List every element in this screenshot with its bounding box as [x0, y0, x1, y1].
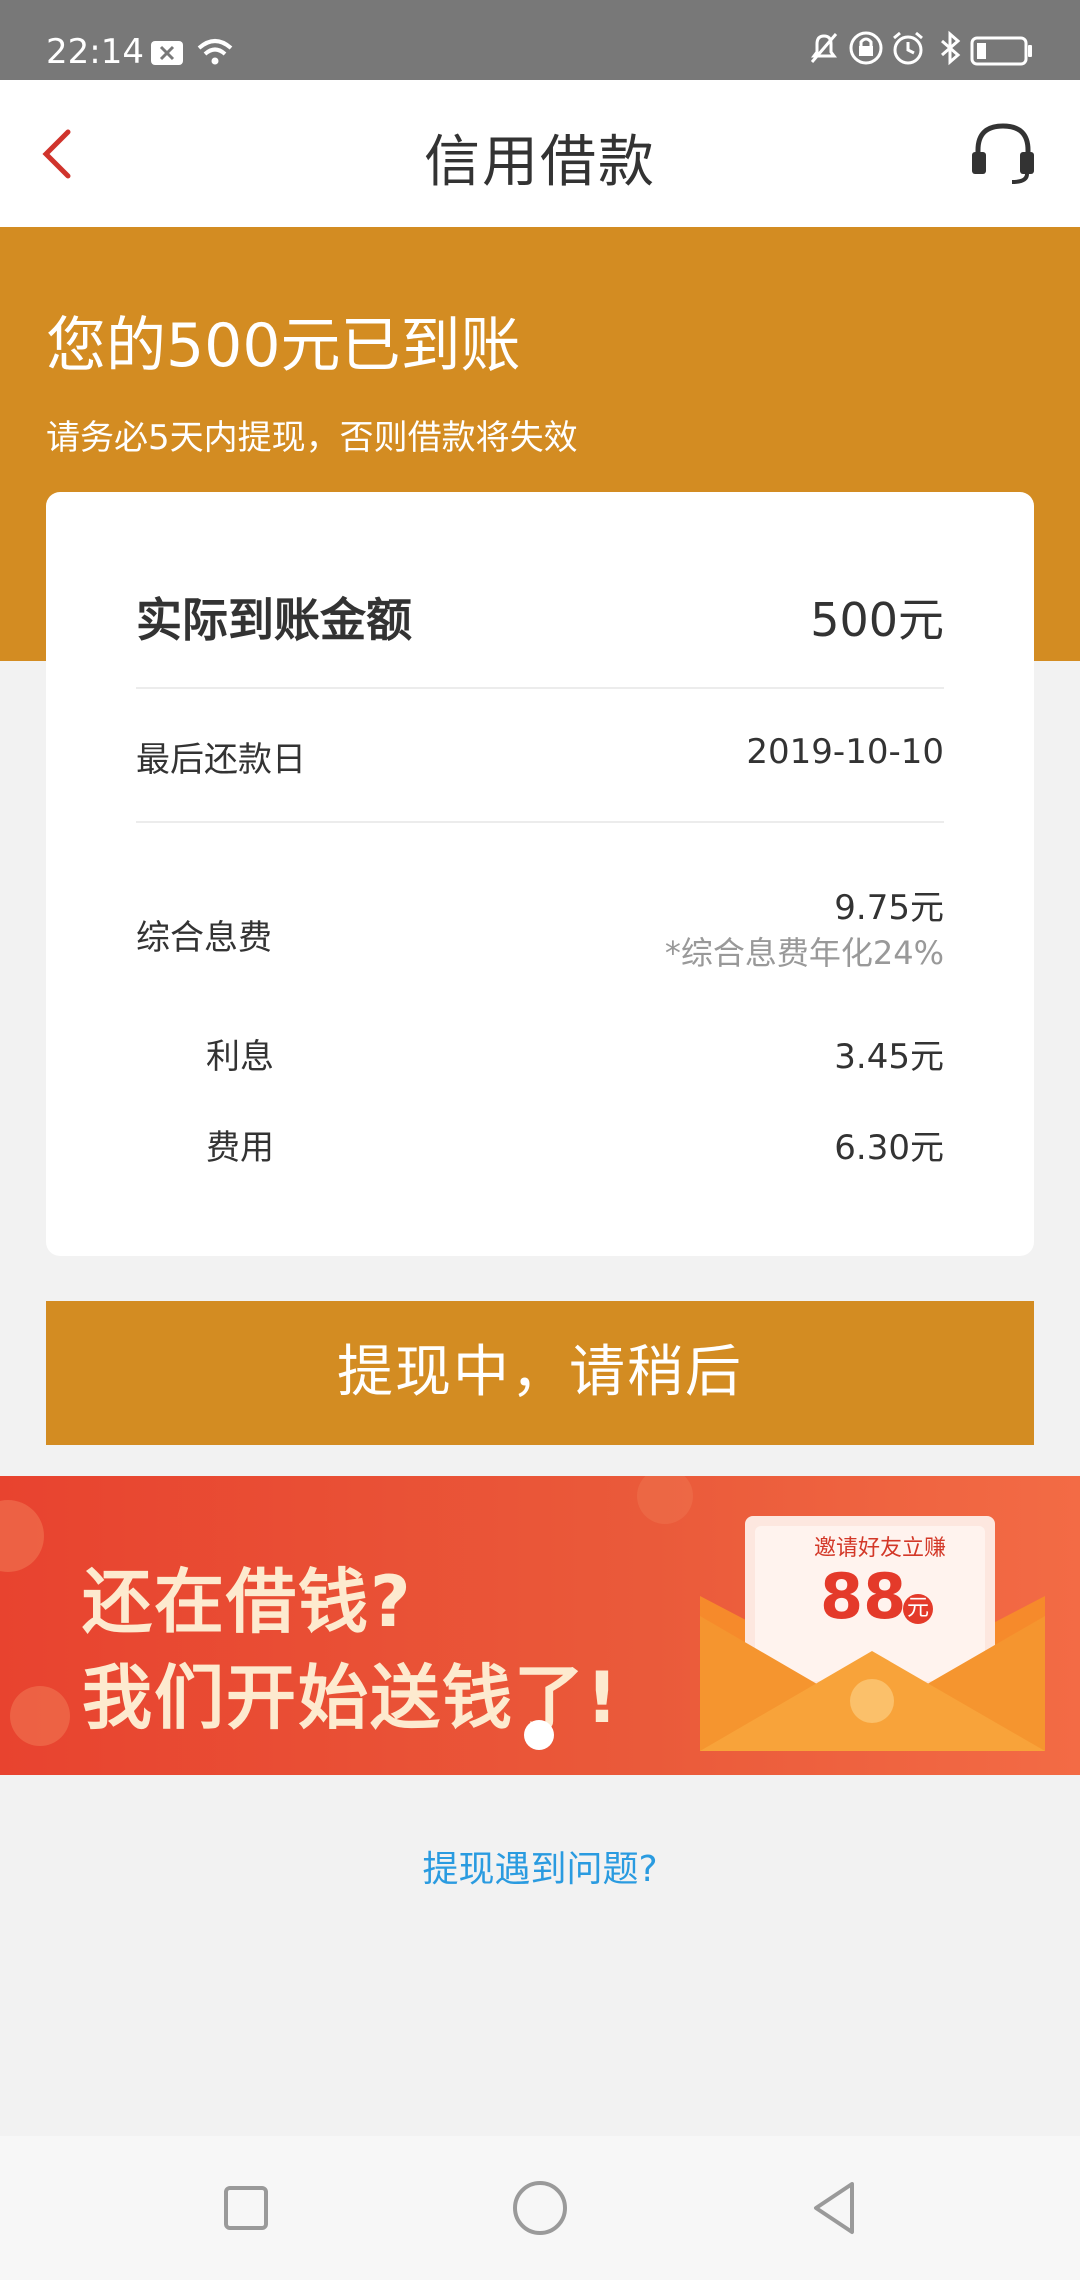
app-header: 信用借款: [0, 80, 1080, 227]
due-date-row: 最后还款日 2019-10-10: [136, 732, 944, 782]
promo-line-1: 还在借钱?: [82, 1561, 413, 1643]
headset-icon[interactable]: [968, 118, 1038, 188]
due-date-value: 2019-10-10: [746, 732, 944, 772]
page-title: 信用借款: [424, 130, 656, 195]
loan-detail-card: 实际到账金额 500元 最后还款日 2019-10-10 综合息费 9.75元 …: [46, 492, 1034, 1256]
fee-note: *综合息费年化24%: [664, 934, 944, 972]
cost-value: 6.30元: [834, 1128, 944, 1168]
system-nav-bar: [0, 2136, 1080, 2280]
withdraw-notice: 请务必5天内提现，否则借款将失效: [46, 418, 578, 458]
fee-row: 综合息费 9.75元 *综合息费年化24%: [136, 880, 944, 980]
status-time: 22:14: [46, 32, 144, 72]
lock-icon: [849, 31, 883, 65]
divider: [136, 821, 944, 823]
divider: [136, 687, 944, 689]
x-badge-icon: [151, 41, 183, 65]
home-icon[interactable]: [508, 2176, 572, 2240]
cost-label: 费用: [206, 1128, 274, 1168]
withdraw-status-button[interactable]: 提现中，请稍后: [46, 1301, 1034, 1445]
fee-label: 综合息费: [136, 918, 272, 958]
envelope-unit: 元: [903, 1594, 933, 1624]
interest-value: 3.45元: [834, 1037, 944, 1077]
promo-banner[interactable]: 还在借钱? 我们开始送钱了! 邀请好友立赚 88 元: [0, 1476, 1080, 1775]
bell-off-icon: [810, 33, 838, 63]
back-triangle-icon[interactable]: [802, 2176, 866, 2240]
cost-row: 费用 6.30元: [136, 1120, 944, 1170]
recent-apps-icon[interactable]: [214, 2176, 278, 2240]
bluetooth-icon: [941, 30, 961, 66]
withdraw-help-link[interactable]: 提现遇到问题?: [0, 1840, 1080, 1892]
due-date-label: 最后还款日: [136, 740, 306, 780]
interest-row: 利息 3.45元: [136, 1029, 944, 1079]
amount-row: 实际到账金额 500元: [136, 584, 944, 647]
carousel-dot-active[interactable]: [524, 1720, 554, 1750]
envelope-caption: 邀请好友立赚: [813, 1536, 946, 1561]
arrival-headline: 您的500元已到账: [46, 311, 521, 381]
amount-label: 实际到账金额: [136, 593, 412, 647]
alarm-icon: [893, 31, 923, 65]
amount-value: 500元: [810, 593, 944, 647]
envelope-amount: 88: [820, 1560, 907, 1633]
interest-label: 利息: [206, 1037, 274, 1077]
battery-icon: [970, 36, 1032, 66]
wifi-icon: [197, 39, 233, 65]
fee-value: 9.75元: [834, 888, 944, 928]
status-bar: 22:14: [0, 0, 1080, 80]
